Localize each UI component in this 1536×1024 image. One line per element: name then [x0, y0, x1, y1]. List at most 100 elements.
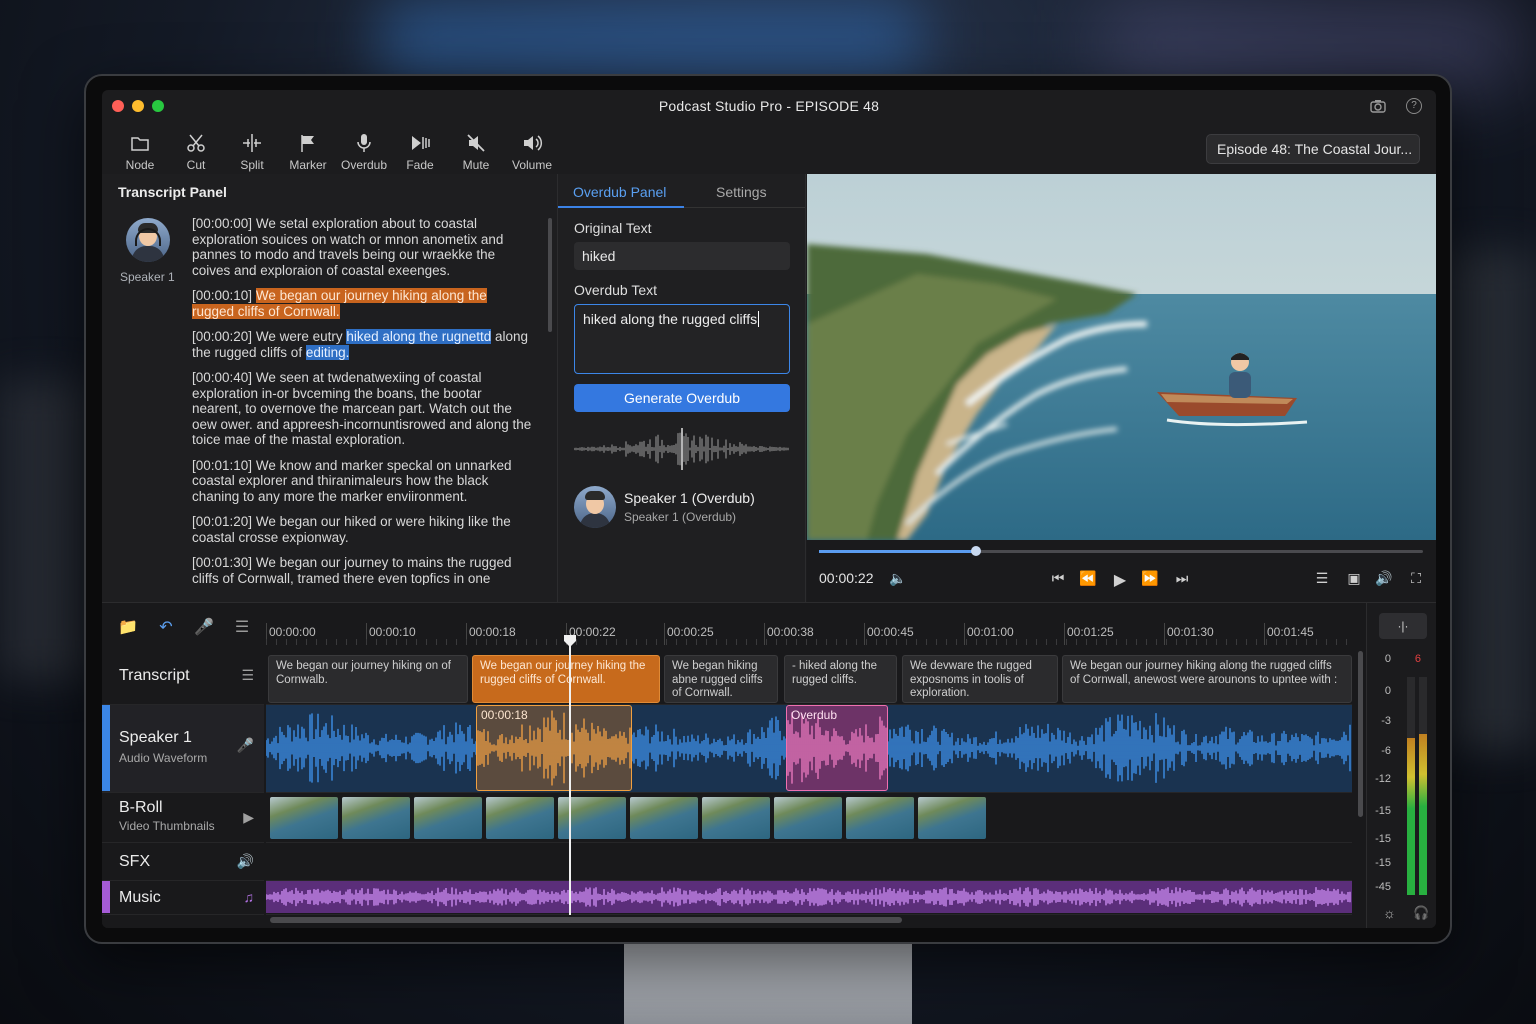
timeline: 📁 ↶ 🎤 ☰ 00:00:00 00:00:10 00:00:18 00:00:22…: [102, 602, 1436, 928]
camera-icon[interactable]: [1370, 98, 1386, 114]
original-text-field[interactable]: hiked: [574, 242, 790, 270]
tool-overdub-button[interactable]: Overdub: [336, 132, 392, 172]
b-roll-thumbnail[interactable]: [702, 797, 770, 839]
tool-marker-button[interactable]: Marker: [280, 132, 336, 172]
track-sfx[interactable]: SFX 🔊: [102, 843, 264, 881]
speaker-icon[interactable]: 🔊: [1375, 570, 1393, 587]
seek-handle[interactable]: [971, 546, 982, 556]
help-icon[interactable]: ?: [1406, 98, 1422, 114]
close-window-button[interactable]: [112, 100, 124, 112]
tool-fade-button[interactable]: Fade: [392, 132, 448, 172]
transcript-entry[interactable]: [00:00:00] We setal exploration about to…: [192, 216, 532, 278]
overdub-text-input[interactable]: hiked along the rugged cliffs: [574, 304, 790, 374]
sfx-lane[interactable]: [266, 843, 1352, 881]
b-roll-thumbnail[interactable]: [486, 797, 554, 839]
b-roll-thumbnail[interactable]: [918, 797, 986, 839]
music-lane[interactable]: [266, 881, 1352, 915]
track-subtitle: Video Thumbnails: [119, 819, 215, 833]
tool-split-button[interactable]: Split: [224, 132, 280, 172]
transcript-clip[interactable]: We devware the rugged exposnoms in tooli…: [902, 655, 1058, 703]
b-roll-thumbnail[interactable]: [270, 797, 338, 839]
tab-settings[interactable]: Settings: [716, 184, 767, 200]
undo-icon[interactable]: ↶: [156, 617, 176, 637]
track-speaker-1[interactable]: Speaker 1 Audio Waveform 🎤: [102, 705, 264, 793]
rewind-icon[interactable]: ⏪: [1079, 570, 1097, 587]
audio-clip-selected[interactable]: 00:00:18: [476, 705, 632, 791]
folder-icon[interactable]: 📁: [118, 617, 138, 637]
playhead[interactable]: [569, 639, 571, 915]
b-roll-thumbnail[interactable]: [414, 797, 482, 839]
ruler-minor-tick: [1326, 639, 1327, 645]
b-roll-thumbnail[interactable]: [774, 797, 842, 839]
ruler-minor-tick: [1266, 639, 1267, 645]
ruler-label: 00:00:00: [269, 625, 316, 639]
timeline-vertical-scrollbar[interactable]: [1358, 651, 1363, 817]
ruler-minor-tick: [276, 639, 277, 645]
settings-sliders-icon[interactable]: ☰: [1313, 570, 1331, 587]
b-roll-thumbnail[interactable]: [846, 797, 914, 839]
ruler-minor-tick: [526, 639, 527, 645]
b-roll-lane[interactable]: [266, 793, 1352, 843]
title-bar: Podcast Studio Pro - EPISODE 48 ?: [102, 90, 1436, 122]
track-music[interactable]: Music ♫: [102, 881, 264, 915]
transcript-entry[interactable]: [00:01:30] We began our journey to mains…: [192, 555, 532, 585]
ruler-minor-tick: [816, 639, 817, 645]
brightness-icon[interactable]: ☼: [1383, 905, 1396, 921]
skip-back-icon[interactable]: ⏮: [1049, 570, 1067, 587]
b-roll-thumbnail[interactable]: [342, 797, 410, 839]
meter-toggle-button[interactable]: ·|·: [1379, 613, 1427, 639]
transcript-entry[interactable]: [00:00:20] We were eutry hiked along the…: [192, 329, 532, 360]
ruler-tick: [964, 623, 965, 645]
transcript-clip[interactable]: - hiked along the rugged cliffs.: [784, 655, 897, 703]
overdub-clip[interactable]: Overdub: [786, 705, 888, 791]
tool-volume-button[interactable]: Volume: [504, 132, 560, 172]
ruler-tick: [764, 623, 765, 645]
microphone-icon[interactable]: 🎤: [194, 617, 214, 637]
transcript-clip[interactable]: We began hiking abne rugged cliffs of Co…: [664, 655, 778, 703]
track-transcript[interactable]: Transcript ☰: [102, 651, 264, 705]
minimize-window-button[interactable]: [132, 100, 144, 112]
ruler-minor-tick: [1086, 639, 1087, 645]
transcript-clip[interactable]: We began our journey hiking along the ru…: [1062, 655, 1352, 703]
ruler-minor-tick: [546, 639, 547, 645]
overdub-waveform: [574, 428, 789, 470]
highlight-blue: hiked along the rugnettd: [346, 329, 492, 344]
episode-title-field[interactable]: Episode 48: The Coastal Jour...: [1206, 134, 1420, 164]
transcript-entry[interactable]: [00:00:40] We seen at twdenatwexiing of …: [192, 370, 532, 448]
fullscreen-icon[interactable]: ⛶: [1407, 570, 1425, 587]
tool-node-button[interactable]: Node: [112, 132, 168, 172]
transcript-entry[interactable]: [00:01:20] We began our hiked or were hi…: [192, 514, 532, 545]
transcript-entry[interactable]: [00:01:10] We know and marker speckal on…: [192, 458, 532, 505]
speaker-1-lane[interactable]: 00:00:18 Overdub: [266, 705, 1352, 793]
level-meter: ·|· 0 6 0 -3 -6 -12 -15 -15 -15 -45 ☼ 🎧: [1366, 603, 1436, 928]
play-icon[interactable]: ▶: [1111, 570, 1129, 590]
fast-forward-icon[interactable]: ⏩: [1141, 570, 1159, 587]
tab-overdub-panel[interactable]: Overdub Panel: [573, 184, 666, 200]
transcript-clip-selected[interactable]: We began our journey hiking the rugged c…: [472, 655, 660, 703]
transcript-clip[interactable]: We began our journey hiking on of Cornwa…: [268, 655, 468, 703]
transcript-entry[interactable]: [00:00:10] We began our journey hiking a…: [192, 288, 532, 319]
timeline-horizontal-scrollbar[interactable]: [270, 917, 902, 923]
video-frame[interactable]: [807, 174, 1436, 540]
mute-icon: [467, 134, 485, 152]
b-roll-thumbnail[interactable]: [630, 797, 698, 839]
video-seek-bar[interactable]: [819, 546, 1423, 556]
transcript-scrollbar[interactable]: [548, 218, 552, 332]
transcript-panel-title: Transcript Panel: [118, 184, 227, 200]
maximize-window-button[interactable]: [152, 100, 164, 112]
track-name: B-Roll: [119, 799, 163, 816]
volume-icon[interactable]: 🔈: [889, 570, 907, 587]
track-b-roll[interactable]: B-Roll Video Thumbnails ▶: [102, 793, 264, 843]
transcript-text[interactable]: [00:00:00] We setal exploration about to…: [192, 216, 532, 595]
skip-forward-icon[interactable]: ⏭: [1173, 570, 1191, 587]
picture-in-picture-icon[interactable]: ▣: [1345, 570, 1363, 587]
menu-icon[interactable]: ☰: [232, 617, 252, 637]
tool-mute-button[interactable]: Mute: [448, 132, 504, 172]
tool-cut-button[interactable]: Cut: [168, 132, 224, 172]
microphone-icon: 🎤: [236, 737, 254, 753]
headphones-icon[interactable]: 🎧: [1413, 905, 1429, 921]
seek-progress: [819, 550, 977, 553]
time-ruler[interactable]: 00:00:00 00:00:10 00:00:18 00:00:22 00:00:25…: [266, 603, 1356, 647]
ruler-minor-tick: [696, 639, 697, 645]
generate-overdub-button[interactable]: Generate Overdub: [574, 384, 790, 412]
